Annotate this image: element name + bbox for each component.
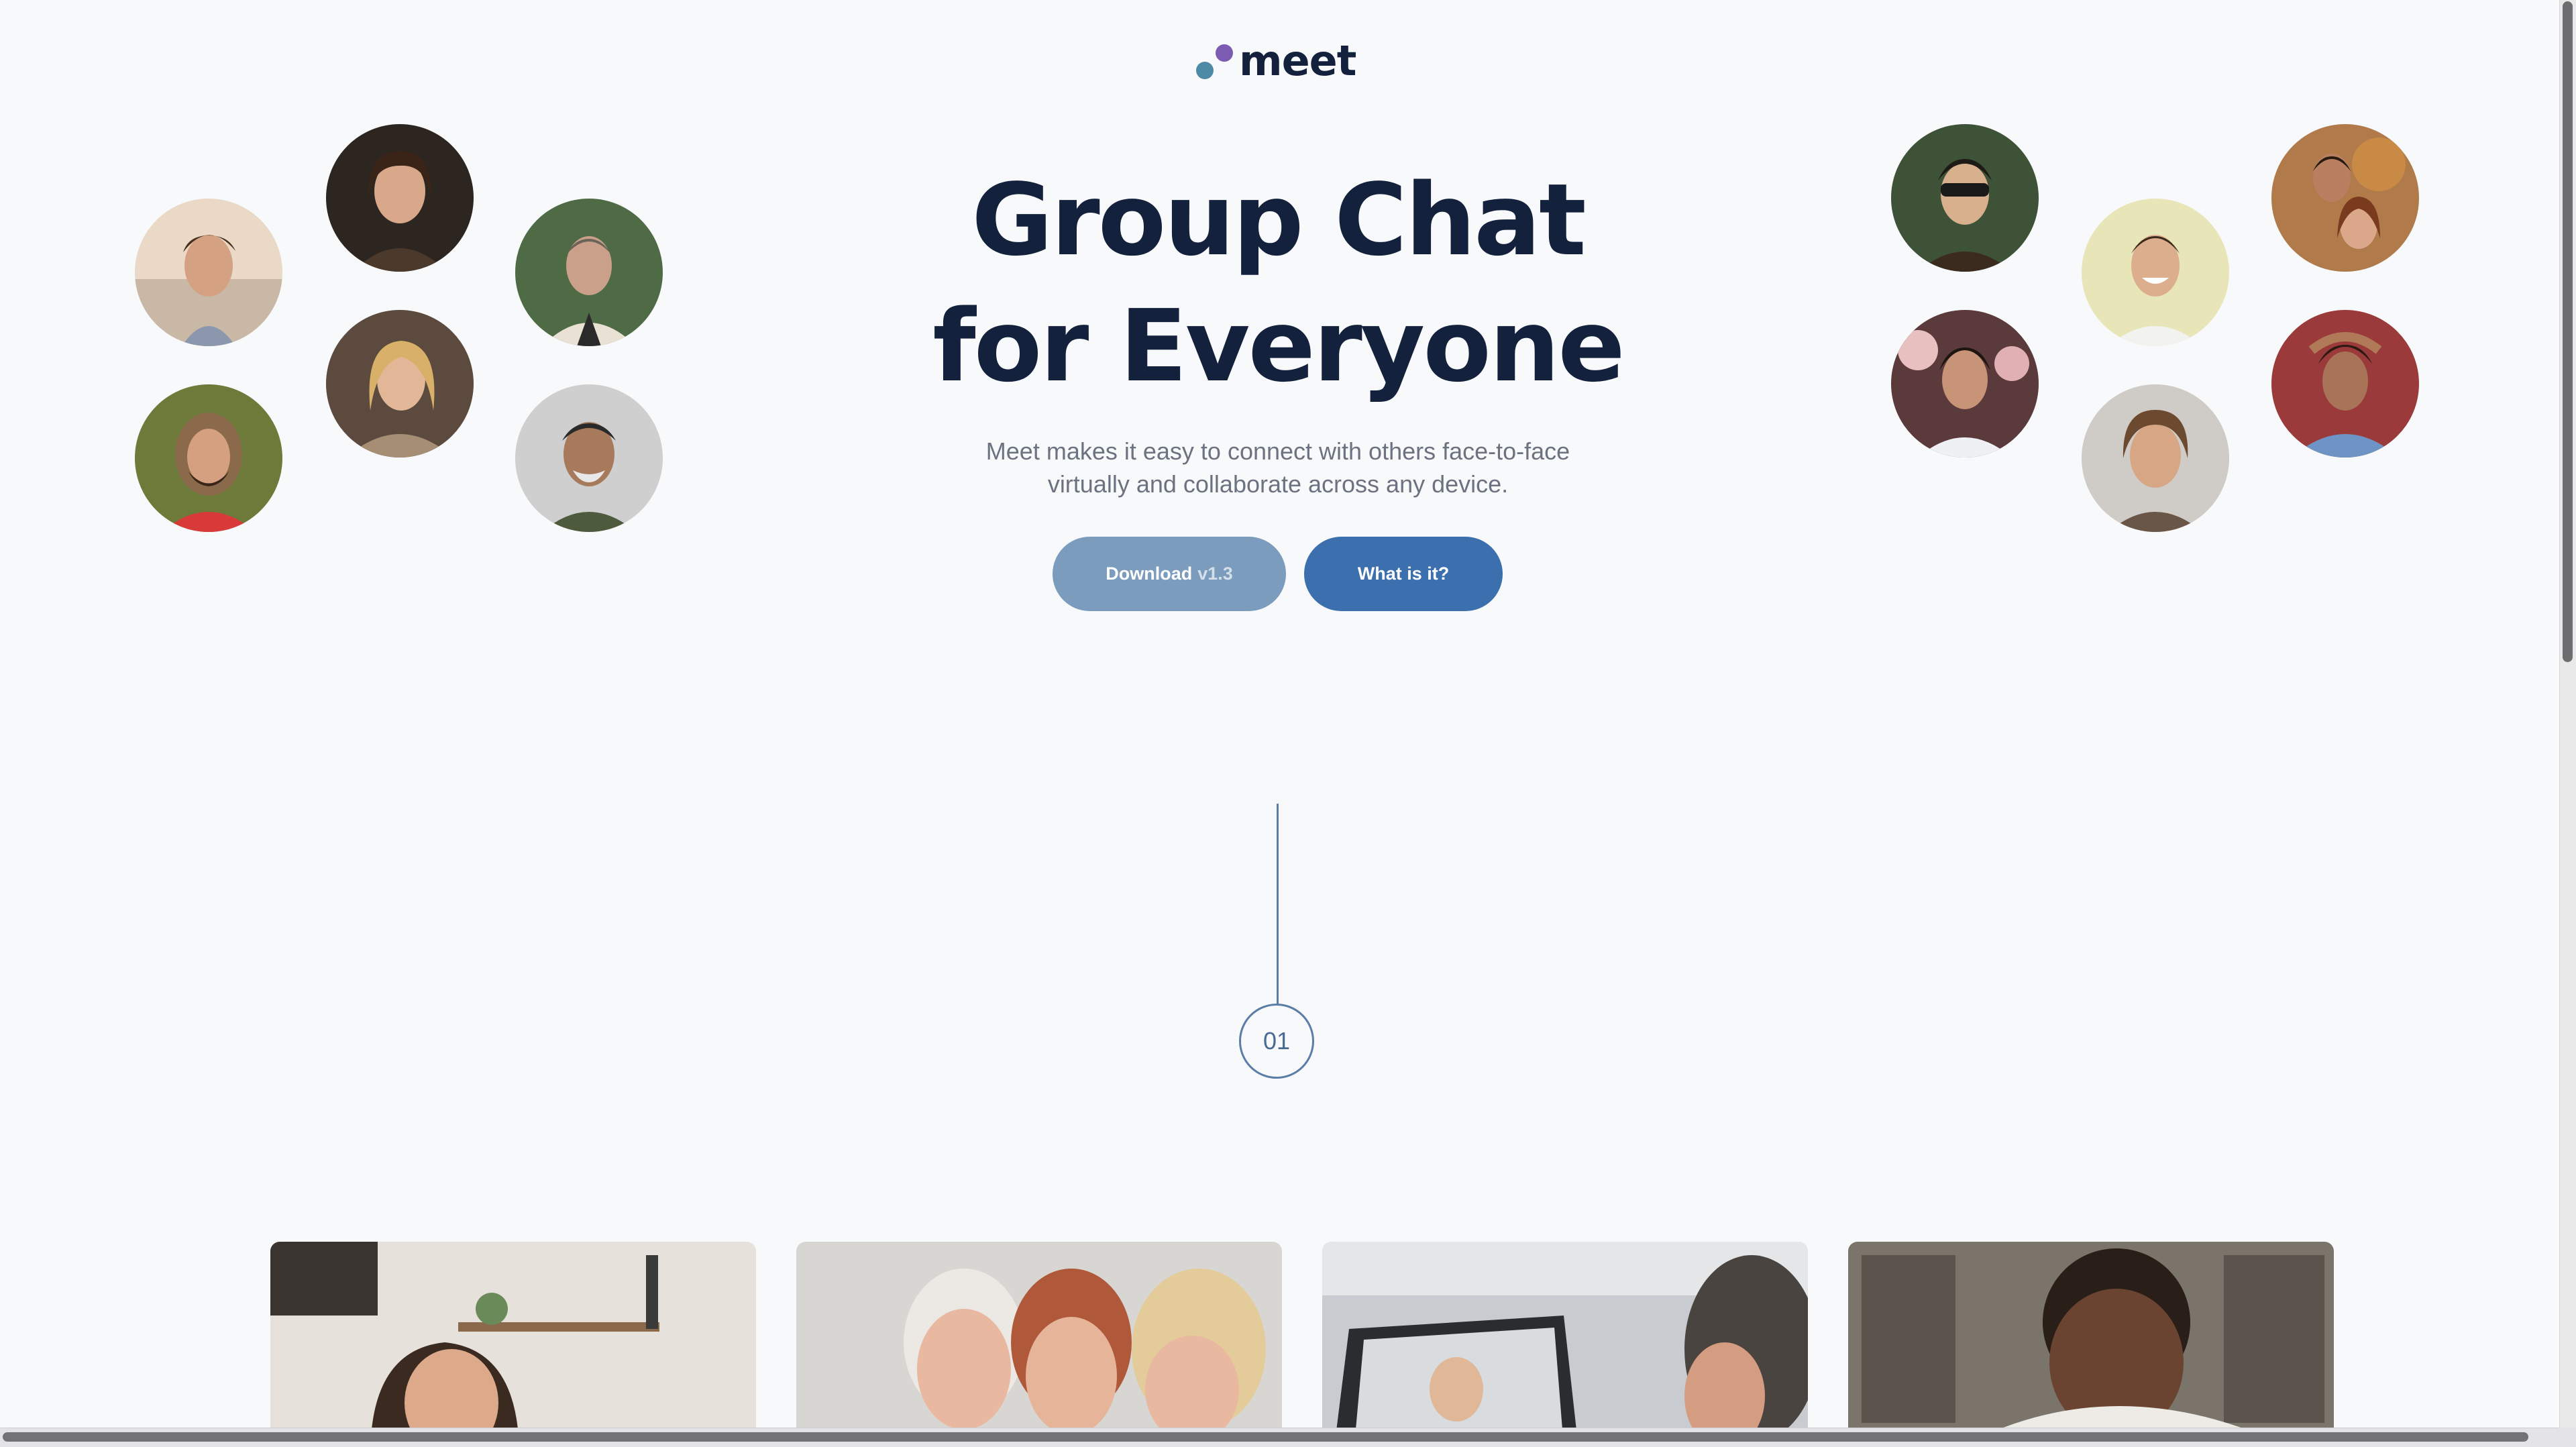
avatar [326, 310, 474, 458]
logo[interactable]: meet [1196, 36, 1356, 85]
photo-card [270, 1242, 756, 1428]
photo-card [1322, 1242, 1808, 1428]
photo-card [796, 1242, 1282, 1428]
avatar [326, 124, 474, 272]
photo-card [1848, 1242, 2334, 1428]
download-button[interactable]: Download v1.3 [1053, 537, 1286, 611]
hero-title-line2: for Everyone [932, 288, 1625, 404]
timeline-line [1277, 804, 1279, 1005]
avatar [2082, 199, 2229, 346]
avatar [2271, 310, 2419, 458]
download-version: v1.3 [1197, 564, 1233, 584]
download-button-label: Download [1106, 564, 1193, 584]
avatar [515, 199, 663, 346]
scrollbar-corner [2559, 1428, 2576, 1447]
vertical-scrollbar[interactable] [2559, 0, 2576, 1447]
logo-text: meet [1239, 36, 1356, 85]
hero-subtitle-line1: Meet makes it easy to connect with other… [985, 437, 1570, 465]
horizontal-scrollbar[interactable] [0, 1428, 2559, 1447]
hero-subtitle: Meet makes it easy to connect with other… [906, 435, 1650, 500]
avatar [1891, 124, 2039, 272]
avatar [2082, 384, 2229, 532]
logo-dots-icon [1196, 40, 1233, 81]
step-number: 01 [1239, 1004, 1314, 1079]
vertical-scroll-thumb[interactable] [2563, 1, 2573, 662]
avatar [2271, 124, 2419, 272]
horizontal-scroll-thumb[interactable] [3, 1432, 2528, 1442]
what-is-it-button[interactable]: What is it? [1304, 537, 1503, 611]
avatar [515, 384, 663, 532]
avatar [135, 384, 282, 532]
hero-subtitle-line2: virtually and collaborate across any dev… [1047, 470, 1509, 498]
avatar [1891, 310, 2039, 458]
page: meet Group Chat for Everyone Meet makes … [0, 0, 2559, 1428]
hero-title-line1: Group Chat [971, 162, 1587, 278]
avatar [135, 199, 282, 346]
